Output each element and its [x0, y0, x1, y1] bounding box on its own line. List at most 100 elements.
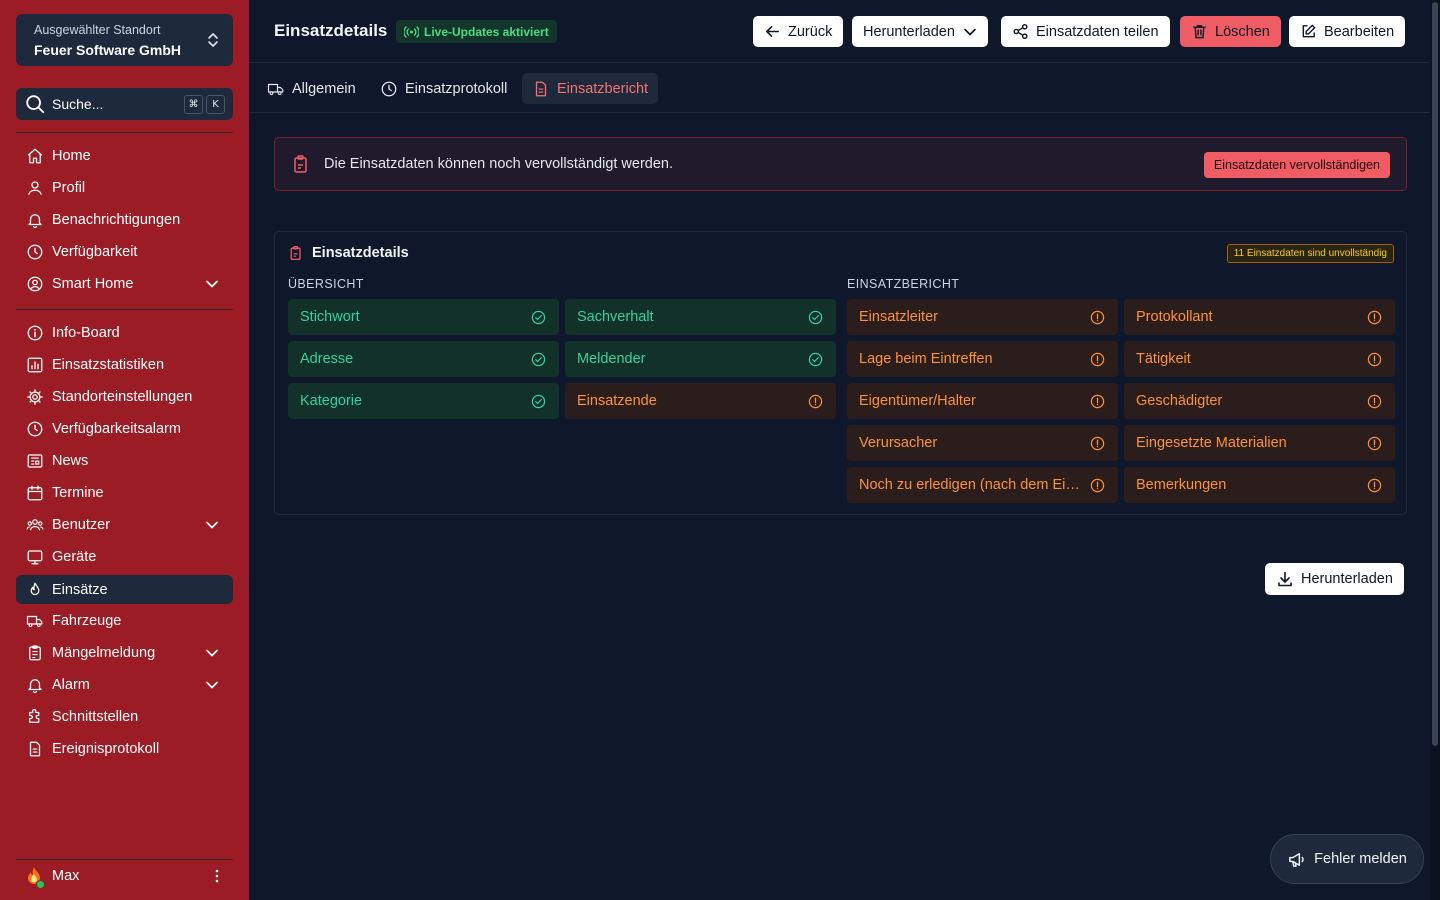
check-circle-icon — [808, 352, 823, 366]
page-scrollbar[interactable] — [1430, 0, 1440, 900]
chevron-down-icon — [206, 280, 218, 288]
field-sachverhalt[interactable]: Sachverhalt — [565, 299, 836, 335]
report-section-label: EINSATZBERICHT — [847, 277, 960, 291]
sidebar-item-verfuegbarkeitsalarm[interactable]: Verfügbarkeitsalarm — [16, 414, 233, 443]
puzzle-icon — [29, 708, 40, 723]
sidebar-item-einsaetze[interactable]: Einsätze — [16, 575, 233, 604]
field-stichwort[interactable]: Stichwort — [288, 299, 559, 335]
user-icon — [28, 180, 42, 195]
search-icon — [26, 95, 45, 114]
report-bug-label: Fehler melden — [1314, 851, 1407, 867]
chevron-down-icon — [206, 649, 218, 657]
truck-icon — [267, 83, 284, 95]
field-label: Sachverhalt — [577, 309, 654, 325]
fire-icon — [30, 582, 40, 595]
sidebar-item-label: Home — [52, 147, 91, 164]
scrollbar-thumb[interactable] — [1432, 2, 1438, 746]
complete-data-button[interactable]: Einsatzdaten vervollständigen — [1203, 152, 1390, 178]
field-noch-zu-erledigen[interactable]: Noch zu erledigen (nach dem Einsatz) — [847, 467, 1118, 503]
sidebar-item-info-board[interactable]: Info-Board — [16, 318, 233, 347]
panel-title: Einsatzdetails — [288, 245, 409, 261]
chevron-down-icon — [964, 28, 976, 36]
page-title: Einsatzdetails — [274, 21, 388, 40]
user-menu[interactable]: Max — [16, 861, 233, 891]
field-taetigkeit[interactable]: Tätigkeit — [1124, 341, 1395, 377]
overview-section-label: ÜBERSICHT — [288, 277, 364, 291]
edit-icon — [1302, 24, 1316, 38]
field-label: Meldender — [577, 351, 646, 367]
tab-label: Einsatzbericht — [557, 80, 649, 97]
field-meldender[interactable]: Meldender — [565, 341, 836, 377]
sidebar-item-home[interactable]: Home — [16, 141, 233, 170]
field-eigentuemer-halter[interactable]: Eigentümer/Halter — [847, 383, 1118, 419]
alert-circle-icon — [1367, 352, 1382, 366]
field-protokollant[interactable]: Protokollant — [1124, 299, 1395, 335]
home-icon — [27, 148, 43, 163]
incomplete-count-badge: 11 Einsatzdaten sind unvollständig — [1226, 244, 1394, 263]
sidebar-item-ereignisprotokoll[interactable]: Ereignisprotokoll — [16, 734, 233, 763]
tab-label: Einsatzprotokoll — [405, 80, 508, 97]
field-label: Kategorie — [300, 393, 363, 409]
sidebar-item-news[interactable]: News — [16, 446, 233, 475]
field-lage-beim-eintreffen[interactable]: Lage beim Eintreffen — [847, 341, 1118, 377]
sidebar-item-label: Fahrzeuge — [52, 612, 122, 629]
sidebar-item-geraete[interactable]: Geräte — [16, 542, 233, 571]
tab-einsatzprotokoll[interactable]: Einsatzprotokoll — [370, 73, 517, 104]
sidebar-item-label: Geräte — [52, 548, 97, 565]
sidebar-item-profil[interactable]: Profil — [16, 173, 233, 202]
field-adresse[interactable]: Adresse — [288, 341, 559, 377]
sidebar-item-schnittstellen[interactable]: Schnittstellen — [16, 702, 233, 731]
field-einsatzende[interactable]: Einsatzende — [565, 383, 836, 419]
page-header: Einsatzdetails Live-Updates aktiviert Zu… — [249, 0, 1430, 63]
sidebar-item-einsatzstatistiken[interactable]: Einsatzstatistiken — [16, 350, 233, 379]
bell-icon — [28, 678, 42, 693]
sidebar-item-termine[interactable]: Termine — [16, 478, 233, 507]
live-updates-badge: Live-Updates aktiviert — [396, 20, 557, 43]
sidebar-item-label: Profil — [52, 179, 86, 196]
sidebar-item-verfuegbarkeit[interactable]: Verfügbarkeit — [16, 237, 233, 266]
sidebar-item-label: Benachrichtigungen — [52, 211, 181, 228]
share-button[interactable]: Einsatzdaten teilen — [1001, 16, 1170, 47]
edit-button[interactable]: Bearbeiten — [1289, 16, 1406, 47]
field-label: Noch zu erledigen (nach dem Einsatz) — [859, 477, 1090, 493]
calendar-icon — [27, 485, 43, 500]
location-selector[interactable]: Ausgewählter Standort Feuer Software Gmb… — [16, 14, 233, 66]
sidebar-item-maengelmeldung[interactable]: Mängelmeldung — [16, 638, 233, 667]
download-dropdown-label: Herunterladen — [863, 23, 955, 40]
alert-circle-icon — [1367, 478, 1382, 492]
field-einsatzleiter[interactable]: Einsatzleiter — [847, 299, 1118, 335]
field-verursacher[interactable]: Verursacher — [847, 425, 1118, 461]
bell-icon — [28, 213, 42, 228]
sidebar-item-smart-home[interactable]: Smart Home — [16, 269, 233, 298]
download-button[interactable]: Herunterladen — [1265, 563, 1404, 595]
live-updates-label: Live-Updates aktiviert — [424, 24, 549, 39]
report-bug-button[interactable]: Fehler melden — [1270, 834, 1424, 884]
field-eingesetzte-materialien[interactable]: Eingesetzte Materialien — [1124, 425, 1395, 461]
sidebar-item-fahrzeuge[interactable]: Fahrzeuge — [16, 606, 233, 635]
sidebar-divider — [16, 309, 233, 310]
sidebar-item-benachrichtigungen[interactable]: Benachrichtigungen — [16, 205, 233, 234]
clipboard-copy-icon — [290, 246, 301, 261]
field-bemerkungen[interactable]: Bemerkungen — [1124, 467, 1395, 503]
tab-allgemein[interactable]: Allgemein — [257, 73, 366, 104]
delete-button[interactable]: Löschen — [1180, 16, 1281, 47]
tab-label: Allgemein — [292, 80, 356, 97]
sidebar-item-benutzer[interactable]: Benutzer — [16, 510, 233, 539]
field-kategorie[interactable]: Kategorie — [288, 383, 559, 419]
sidebar-item-standorteinstellungen[interactable]: Standorteinstellungen — [16, 382, 233, 411]
back-button[interactable]: Zurück — [753, 16, 844, 47]
alert-circle-icon — [1090, 394, 1105, 408]
more-vertical-icon[interactable] — [209, 868, 225, 884]
download-dropdown-button[interactable]: Herunterladen — [852, 16, 988, 47]
chevron-down-icon — [206, 681, 218, 689]
sidebar-item-alarm[interactable]: Alarm — [16, 670, 233, 699]
tab-einsatzbericht[interactable]: Einsatzbericht — [522, 73, 659, 104]
field-label: Stichwort — [300, 309, 360, 325]
search-input[interactable]: Suche... ⌘ K — [16, 88, 233, 120]
search-placeholder: Suche... — [52, 96, 104, 112]
users-icon — [26, 518, 44, 530]
alert-circle-icon — [1367, 310, 1382, 324]
edit-button-label: Bearbeiten — [1324, 23, 1395, 40]
field-geschaedigter[interactable]: Geschädigter — [1124, 383, 1395, 419]
back-button-label: Zurück — [788, 23, 833, 40]
